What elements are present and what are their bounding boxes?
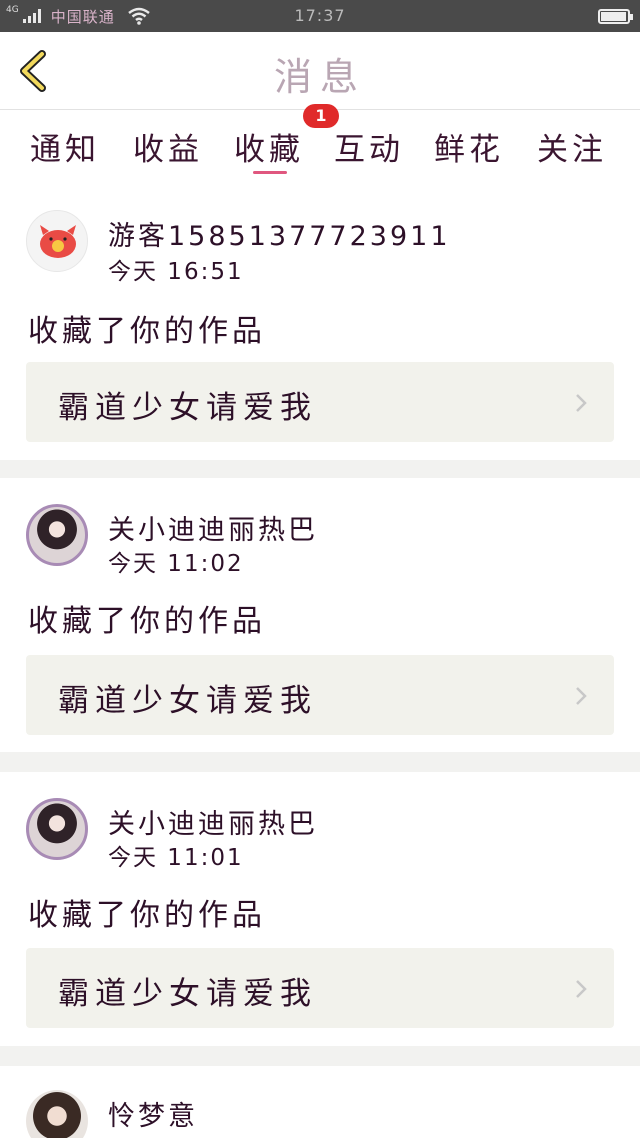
sender-name[interactable]: 怜梦意 bbox=[108, 1094, 198, 1133]
work-title: 霸道少女请爱我 bbox=[58, 976, 317, 1012]
avatar[interactable] bbox=[26, 504, 88, 566]
avatar[interactable] bbox=[26, 1090, 88, 1138]
work-title: 霸道少女请爱我 bbox=[58, 390, 317, 426]
battery-icon bbox=[598, 9, 633, 24]
work-title: 霸道少女请爱我 bbox=[58, 683, 317, 719]
message-card: 关小迪迪丽热巴 今天 11:02 收藏了你的作品 霸道少女请爱我 bbox=[0, 478, 640, 752]
message-card: 游客15851377723911 今天 16:51 收藏了你的作品 霸道少女请爱… bbox=[0, 182, 640, 460]
tab-favorites[interactable]: 收藏 bbox=[234, 124, 304, 169]
sender-name[interactable]: 游客15851377723911 bbox=[108, 214, 451, 253]
status-bar: 4G 中国联通 17:37 bbox=[0, 0, 640, 32]
battery-fill bbox=[601, 12, 626, 21]
guest-avatar-icon bbox=[40, 225, 76, 258]
message-time: 今天 11:02 bbox=[108, 551, 244, 577]
message-time: 今天 16:51 bbox=[108, 259, 244, 285]
status-time: 17:37 bbox=[294, 6, 346, 25]
message-time: 今天 11:01 bbox=[108, 845, 244, 871]
chevron-right-icon bbox=[576, 687, 587, 705]
sender-name[interactable]: 关小迪迪丽热巴 bbox=[108, 802, 318, 841]
unread-badge: 1 bbox=[303, 104, 339, 128]
work-link[interactable]: 霸道少女请爱我 bbox=[26, 948, 614, 1028]
work-link[interactable]: 霸道少女请爱我 bbox=[26, 655, 614, 735]
sender-name[interactable]: 关小迪迪丽热巴 bbox=[108, 508, 318, 547]
work-link[interactable]: 霸道少女请爱我 bbox=[26, 362, 614, 442]
chevron-right-icon bbox=[576, 394, 587, 412]
message-action: 收藏了你的作品 bbox=[28, 898, 266, 933]
tab-earnings[interactable]: 收益 bbox=[133, 124, 203, 169]
avatar[interactable] bbox=[26, 210, 88, 272]
message-card: 关小迪迪丽热巴 今天 11:01 收藏了你的作品 霸道少女请爱我 bbox=[0, 772, 640, 1046]
message-card: 怜梦意 bbox=[0, 1066, 640, 1138]
tab-interactions[interactable]: 互动 bbox=[334, 124, 404, 169]
tab-flowers[interactable]: 鲜花 bbox=[434, 124, 504, 169]
tab-following[interactable]: 关注 bbox=[537, 124, 607, 169]
page-header: 消息 bbox=[0, 32, 640, 110]
page-title: 消息 bbox=[273, 55, 366, 99]
message-action: 收藏了你的作品 bbox=[28, 604, 266, 639]
message-action: 收藏了你的作品 bbox=[28, 314, 266, 349]
tab-notifications[interactable]: 通知 bbox=[30, 124, 100, 169]
chevron-right-icon bbox=[576, 980, 587, 998]
avatar[interactable] bbox=[26, 798, 88, 860]
active-tab-indicator bbox=[253, 171, 287, 174]
